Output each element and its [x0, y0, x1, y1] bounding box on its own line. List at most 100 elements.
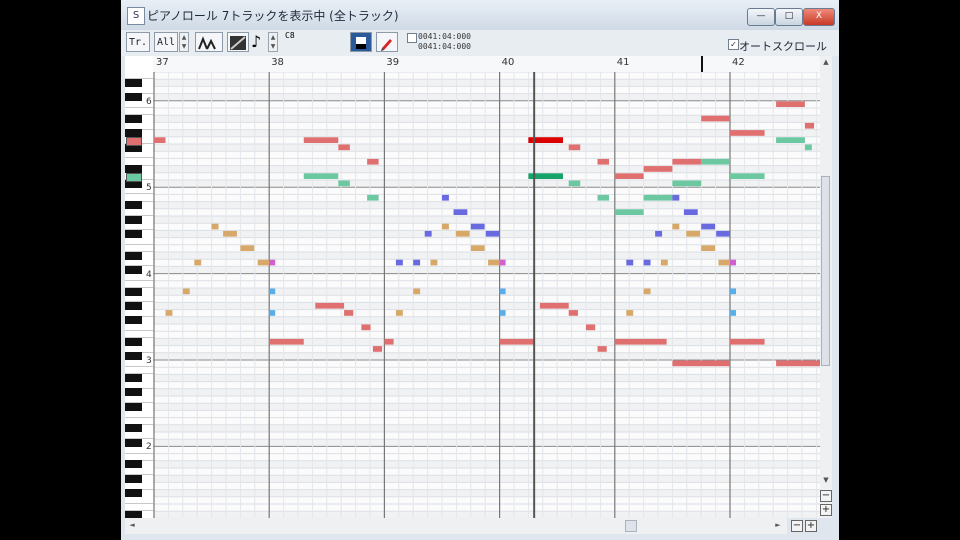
piano-keyboard[interactable]: 6 5 4 3 2: [125, 72, 154, 518]
note-green: [701, 158, 730, 165]
note-red: [804, 122, 815, 129]
close-button[interactable]: X: [803, 8, 835, 26]
pencil-tool-icon[interactable]: [376, 32, 398, 52]
maximize-button[interactable]: □: [775, 8, 803, 26]
note-blue: [485, 230, 500, 237]
vertical-scrollbar[interactable]: ▲ ▼ − +: [820, 56, 832, 518]
note-red: [597, 158, 610, 165]
note-magenta: [730, 259, 736, 266]
vertical-scroll-thumb[interactable]: [821, 176, 830, 366]
note-tan: [223, 230, 237, 237]
black-key[interactable]: [125, 474, 142, 483]
velocity-tool-icon[interactable]: [195, 32, 223, 52]
pitch-row: [153, 496, 820, 504]
hzoom-in-button[interactable]: +: [805, 520, 817, 532]
white-key[interactable]: [125, 238, 153, 245]
black-key[interactable]: [125, 438, 142, 447]
horizontal-scrollbar[interactable]: ◄ ►: [125, 518, 787, 534]
track-select[interactable]: All: [154, 32, 178, 52]
note-cyan: [499, 288, 506, 295]
pitch-row: [153, 410, 820, 418]
pitch-row: [153, 129, 820, 137]
white-key[interactable]: [125, 410, 153, 418]
hzoom-out-button[interactable]: −: [791, 520, 803, 532]
black-key[interactable]: [125, 201, 142, 210]
letterbox-right: [839, 0, 960, 540]
octave-label: 4: [146, 269, 152, 280]
note-tan: [194, 259, 202, 266]
scroll-down-icon[interactable]: ▼: [821, 476, 831, 484]
pitch-row: [153, 172, 820, 180]
black-key[interactable]: [125, 114, 142, 123]
black-key[interactable]: [125, 510, 142, 518]
time-checkbox[interactable]: [407, 33, 417, 43]
select-tool-icon[interactable]: [350, 32, 372, 52]
title-bar[interactable]: S ピアノロール 7トラックを表示中 (全トラック) — □ X: [121, 0, 839, 30]
note-cyan: [730, 310, 736, 316]
bar-number: 38: [271, 57, 284, 68]
track-spin[interactable]: ▲ ▼: [179, 32, 189, 52]
pitch-row: [153, 280, 820, 288]
note-tan: [413, 288, 421, 295]
pitch-row: [153, 381, 820, 389]
pitch-row: [153, 180, 820, 188]
note-length-icon[interactable]: ♪: [251, 32, 265, 52]
scroll-right-icon[interactable]: ►: [773, 521, 783, 529]
black-key[interactable]: [125, 251, 142, 260]
note-tan: [442, 223, 449, 230]
black-key[interactable]: [125, 229, 142, 238]
grid-tool-icon[interactable]: [227, 32, 249, 52]
white-key[interactable]: [125, 324, 153, 332]
note-tan: [165, 310, 173, 316]
vzoom-out-button[interactable]: −: [820, 490, 832, 502]
black-key[interactable]: [125, 93, 142, 102]
black-key[interactable]: [125, 388, 142, 397]
vzoom-in-button[interactable]: +: [820, 504, 832, 516]
note-red: [372, 346, 383, 352]
horizontal-scroll-thumb[interactable]: [625, 520, 637, 532]
black-key[interactable]: [125, 373, 142, 382]
note-blue: [413, 259, 421, 266]
track-button[interactable]: Tr.: [126, 32, 150, 52]
note-blue: [701, 223, 716, 230]
note-red: [597, 346, 607, 352]
note-red: [568, 310, 578, 316]
pitch-row: [153, 475, 820, 483]
black-key[interactable]: [125, 265, 142, 274]
note-tan: [488, 259, 500, 266]
white-key[interactable]: [125, 151, 153, 159]
note-length-spin[interactable]: ▲ ▼: [268, 32, 278, 52]
pitch-row: [153, 187, 820, 195]
bar-ruler[interactable]: 37 38 39 40 41 42: [153, 56, 820, 73]
note-grid-canvas[interactable]: [153, 72, 820, 518]
pitch-row: [153, 151, 820, 159]
black-key[interactable]: [125, 287, 142, 296]
scroll-left-icon[interactable]: ◄: [127, 521, 137, 529]
black-key[interactable]: [125, 215, 142, 224]
pitch-row: [153, 446, 820, 454]
black-key[interactable]: [125, 424, 142, 433]
scroll-up-icon[interactable]: ▲: [821, 58, 831, 66]
note-magenta: [269, 259, 276, 266]
song-position-marker[interactable]: [701, 56, 704, 72]
black-key[interactable]: [125, 301, 142, 310]
note-red: [643, 166, 673, 172]
black-key[interactable]: [125, 337, 142, 346]
note-tan: [257, 259, 270, 266]
black-key[interactable]: [125, 78, 142, 87]
note-grid[interactable]: [153, 72, 820, 518]
minimize-button[interactable]: —: [747, 8, 775, 26]
pitch-row: [153, 460, 820, 468]
black-key[interactable]: [125, 489, 142, 498]
black-key[interactable]: [125, 402, 142, 411]
note-tan: [626, 310, 634, 316]
note-tan: [430, 259, 438, 266]
black-key[interactable]: [125, 352, 142, 361]
pitch-row: [153, 93, 820, 101]
active-key: [126, 172, 142, 182]
pitch-row: [153, 309, 820, 317]
white-key[interactable]: [125, 497, 153, 504]
autoscroll-checkbox[interactable]: ✓: [728, 39, 739, 50]
black-key[interactable]: [125, 316, 142, 325]
black-key[interactable]: [125, 460, 142, 469]
